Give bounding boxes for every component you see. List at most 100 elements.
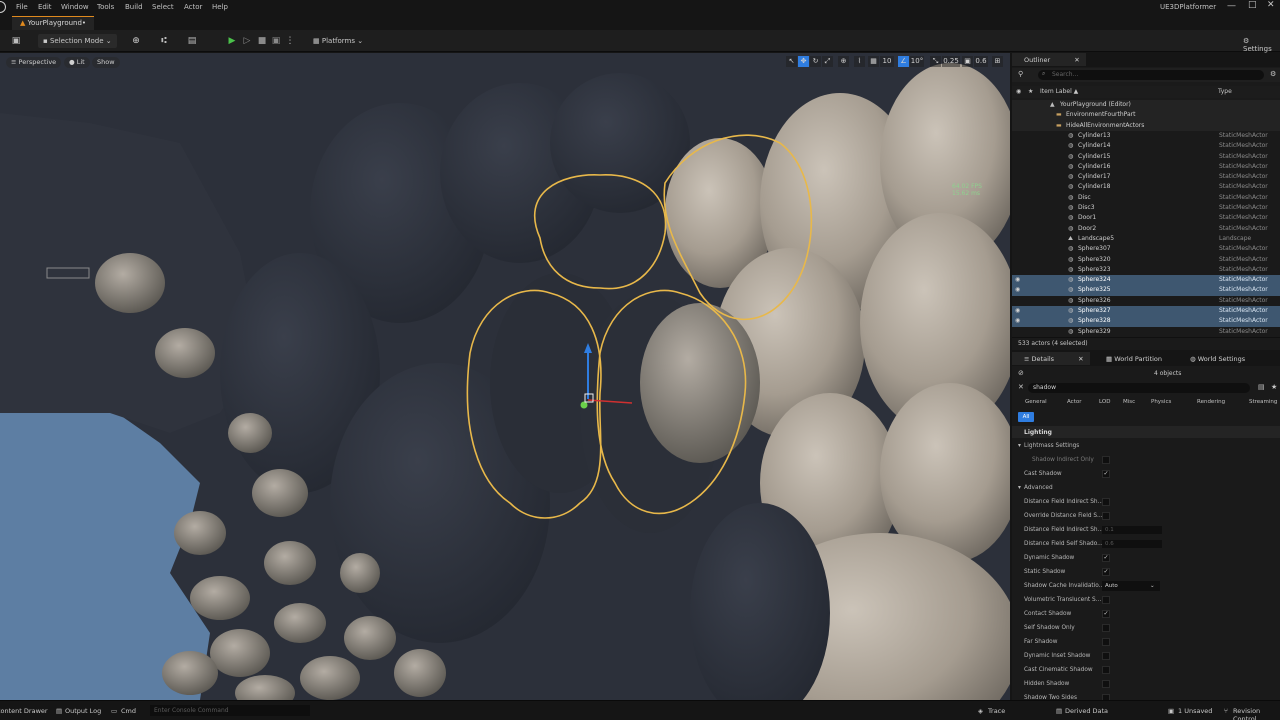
outliner-row[interactable]: ◍ Sphere307 StaticMeshActor <box>1012 244 1280 254</box>
property-checkbox[interactable]: ✓ <box>1102 568 1110 576</box>
settings-button[interactable]: ⚙ Settings <box>1238 34 1280 53</box>
world-local-icon[interactable]: ⊕ <box>838 56 849 67</box>
outliner-row[interactable]: ◍ Door1 StaticMeshActor <box>1012 213 1280 223</box>
output-log-button[interactable]: Output Log <box>65 707 101 715</box>
save-icon[interactable]: ▣ <box>10 35 22 47</box>
menu-actor[interactable]: Actor <box>184 3 202 11</box>
category-tab[interactable]: Rendering <box>1194 398 1228 409</box>
console-input[interactable]: Enter Console Command <box>150 705 310 716</box>
camera-speed-icon[interactable]: ▣ <box>962 56 973 67</box>
unsaved-button[interactable]: 1 Unsaved <box>1178 707 1212 715</box>
step-icon[interactable]: ▷ <box>241 35 253 47</box>
advanced-group[interactable]: ▾ Advanced <box>1012 481 1280 495</box>
details-search-input[interactable]: shadow <box>1028 383 1250 393</box>
menu-help[interactable]: Help <box>212 3 228 11</box>
property-checkbox[interactable] <box>1102 652 1110 660</box>
viewport-lit-chip[interactable]: ● Lit <box>64 57 90 68</box>
property-checkbox[interactable]: ✓ <box>1102 470 1110 478</box>
outliner-row[interactable]: ◍ Cylinder15 StaticMeshActor <box>1012 152 1280 162</box>
menu-select[interactable]: Select <box>152 3 174 11</box>
outliner-row[interactable]: ◉ ◍ Sphere325 StaticMeshActor <box>1012 285 1280 296</box>
filter-icon[interactable]: ⚲ <box>1018 70 1023 78</box>
outliner-row[interactable]: ◍ Cylinder13 StaticMeshActor <box>1012 131 1280 141</box>
outliner-row[interactable]: ▬ EnvironmentFourthPart <box>1012 110 1280 121</box>
outliner-tab[interactable]: Outliner ✕ <box>1012 53 1086 66</box>
outliner-row[interactable]: ◍ Sphere323 StaticMeshActor <box>1012 265 1280 275</box>
outliner-row[interactable]: ◍ Disc StaticMeshActor <box>1012 193 1280 203</box>
viewport-perspective-chip[interactable]: ≡ Perspective <box>6 57 62 68</box>
grid-snap-value[interactable]: 10 <box>880 56 894 67</box>
lightmass-settings-group[interactable]: ▾ Lightmass Settings <box>1012 439 1280 453</box>
close-window-icon[interactable]: ✕ <box>1267 0 1275 10</box>
category-tab[interactable]: General <box>1022 398 1050 409</box>
outliner-row[interactable]: ◍ Sphere320 StaticMeshActor <box>1012 255 1280 265</box>
outliner-row[interactable]: ◍ Door2 StaticMeshActor <box>1012 224 1280 234</box>
outliner-row[interactable]: ◍ Cylinder17 StaticMeshActor <box>1012 172 1280 182</box>
close-tab-icon[interactable]: ✕ <box>1078 355 1083 363</box>
outliner-row[interactable]: ◍ Cylinder18 StaticMeshActor <box>1012 182 1280 192</box>
type-header[interactable]: Type <box>1218 88 1232 95</box>
play-options-icon[interactable]: ⋮ <box>284 35 296 47</box>
derived-data-button[interactable]: Derived Data <box>1065 707 1108 715</box>
favorites-icon[interactable]: ★ <box>1271 383 1277 391</box>
content-drawer-button[interactable]: Content Drawer <box>0 707 48 715</box>
property-checkbox[interactable] <box>1102 666 1110 674</box>
clear-search-icon[interactable]: ✕ <box>1018 383 1024 391</box>
eject-icon[interactable]: ▣ <box>270 35 282 47</box>
outliner-row[interactable]: ◉ ◍ Sphere324 StaticMeshActor <box>1012 275 1280 286</box>
selection-mode-dropdown[interactable]: ▪ Selection Mode ⌄ <box>38 34 117 48</box>
viewport-show-chip[interactable]: Show <box>92 57 120 68</box>
outliner-search-box[interactable]: ⌕ Search... <box>1038 70 1264 80</box>
outliner-row[interactable]: ⛰ Landscape5 Landscape <box>1012 234 1280 244</box>
world-settings-tab[interactable]: ◍ World Settings <box>1178 352 1251 365</box>
category-tab[interactable]: Misc <box>1120 398 1138 409</box>
outliner-row[interactable]: ◍ Cylinder16 StaticMeshActor <box>1012 162 1280 172</box>
scale-tool-icon[interactable]: ⤢ <box>822 56 833 67</box>
visibility-eye-icon[interactable]: ◉ <box>1015 306 1020 316</box>
select-tool-icon[interactable]: ↖ <box>786 56 797 67</box>
category-tab[interactable]: Physics <box>1148 398 1174 409</box>
rotation-snap-icon[interactable]: ∠ <box>898 56 909 67</box>
maximize-viewport-icon[interactable]: ⊞ <box>992 56 1003 67</box>
rotate-tool-icon[interactable]: ↻ <box>810 56 821 67</box>
outliner-settings-icon[interactable]: ⚙ <box>1270 70 1276 78</box>
lock-icon[interactable]: ⊘ <box>1018 369 1024 377</box>
project-tab[interactable]: ▲ YourPlayground• <box>12 16 95 30</box>
outliner-row[interactable]: ◍ Disc3 StaticMeshActor <box>1012 203 1280 213</box>
menu-file[interactable]: File <box>16 3 28 11</box>
category-tab[interactable]: Streaming <box>1246 398 1280 409</box>
world-partition-tab[interactable]: ▦ World Partition <box>1094 352 1168 365</box>
outliner-row[interactable]: ▲ YourPlayground (Editor) <box>1012 100 1280 111</box>
property-checkbox[interactable]: ✓ <box>1102 610 1110 618</box>
menu-tools[interactable]: Tools <box>97 3 114 11</box>
property-checkbox[interactable] <box>1102 512 1110 520</box>
property-checkbox[interactable] <box>1102 498 1110 506</box>
property-checkbox[interactable] <box>1102 596 1110 604</box>
outliner-row[interactable]: ◍ Sphere329 StaticMeshActor <box>1012 327 1280 336</box>
level-viewport[interactable]: ≡ Perspective ● Lit Show ↖ ✥ ↻ ⤢ ⊕ ⌇ ▦ 1… <box>0 53 1010 700</box>
property-matrix-icon[interactable]: ▤ <box>1258 383 1265 391</box>
category-tab[interactable]: LOD <box>1096 398 1113 409</box>
scale-snap-icon[interactable]: ⤡ <box>930 56 941 67</box>
property-checkbox[interactable] <box>1102 456 1110 464</box>
property-checkbox[interactable] <box>1102 680 1110 688</box>
outliner-row[interactable]: ▬ HideAllEnvironmentActors <box>1012 120 1280 131</box>
play-icon[interactable]: ▶ <box>226 35 238 47</box>
category-all[interactable]: All <box>1018 412 1034 422</box>
camera-speed-value[interactable]: 0.6 <box>974 56 988 67</box>
trace-button[interactable]: Trace <box>988 707 1005 715</box>
category-tab[interactable]: Actor <box>1064 398 1084 409</box>
translate-tool-icon[interactable]: ✥ <box>798 56 809 67</box>
close-tab-icon[interactable]: ✕ <box>1074 56 1079 64</box>
minimize-icon[interactable]: — <box>1227 1 1236 11</box>
unreal-logo-icon[interactable] <box>0 1 6 13</box>
outliner-row[interactable]: ◉ ◍ Sphere327 StaticMeshActor <box>1012 306 1280 317</box>
property-select[interactable]: Auto ⌄ <box>1102 581 1160 591</box>
stop-icon[interactable]: ■ <box>256 35 268 47</box>
details-tab[interactable]: ≡ Details ✕ <box>1012 352 1090 365</box>
outliner-row[interactable]: ◍ Cylinder14 StaticMeshActor <box>1012 141 1280 151</box>
property-number-field[interactable]: 0.1 <box>1102 526 1162 534</box>
revision-control-button[interactable]: Revision Control <box>1233 707 1280 720</box>
blueprint-icon[interactable]: ⑆ <box>158 35 170 47</box>
maximize-icon[interactable]: □ <box>1248 0 1257 10</box>
